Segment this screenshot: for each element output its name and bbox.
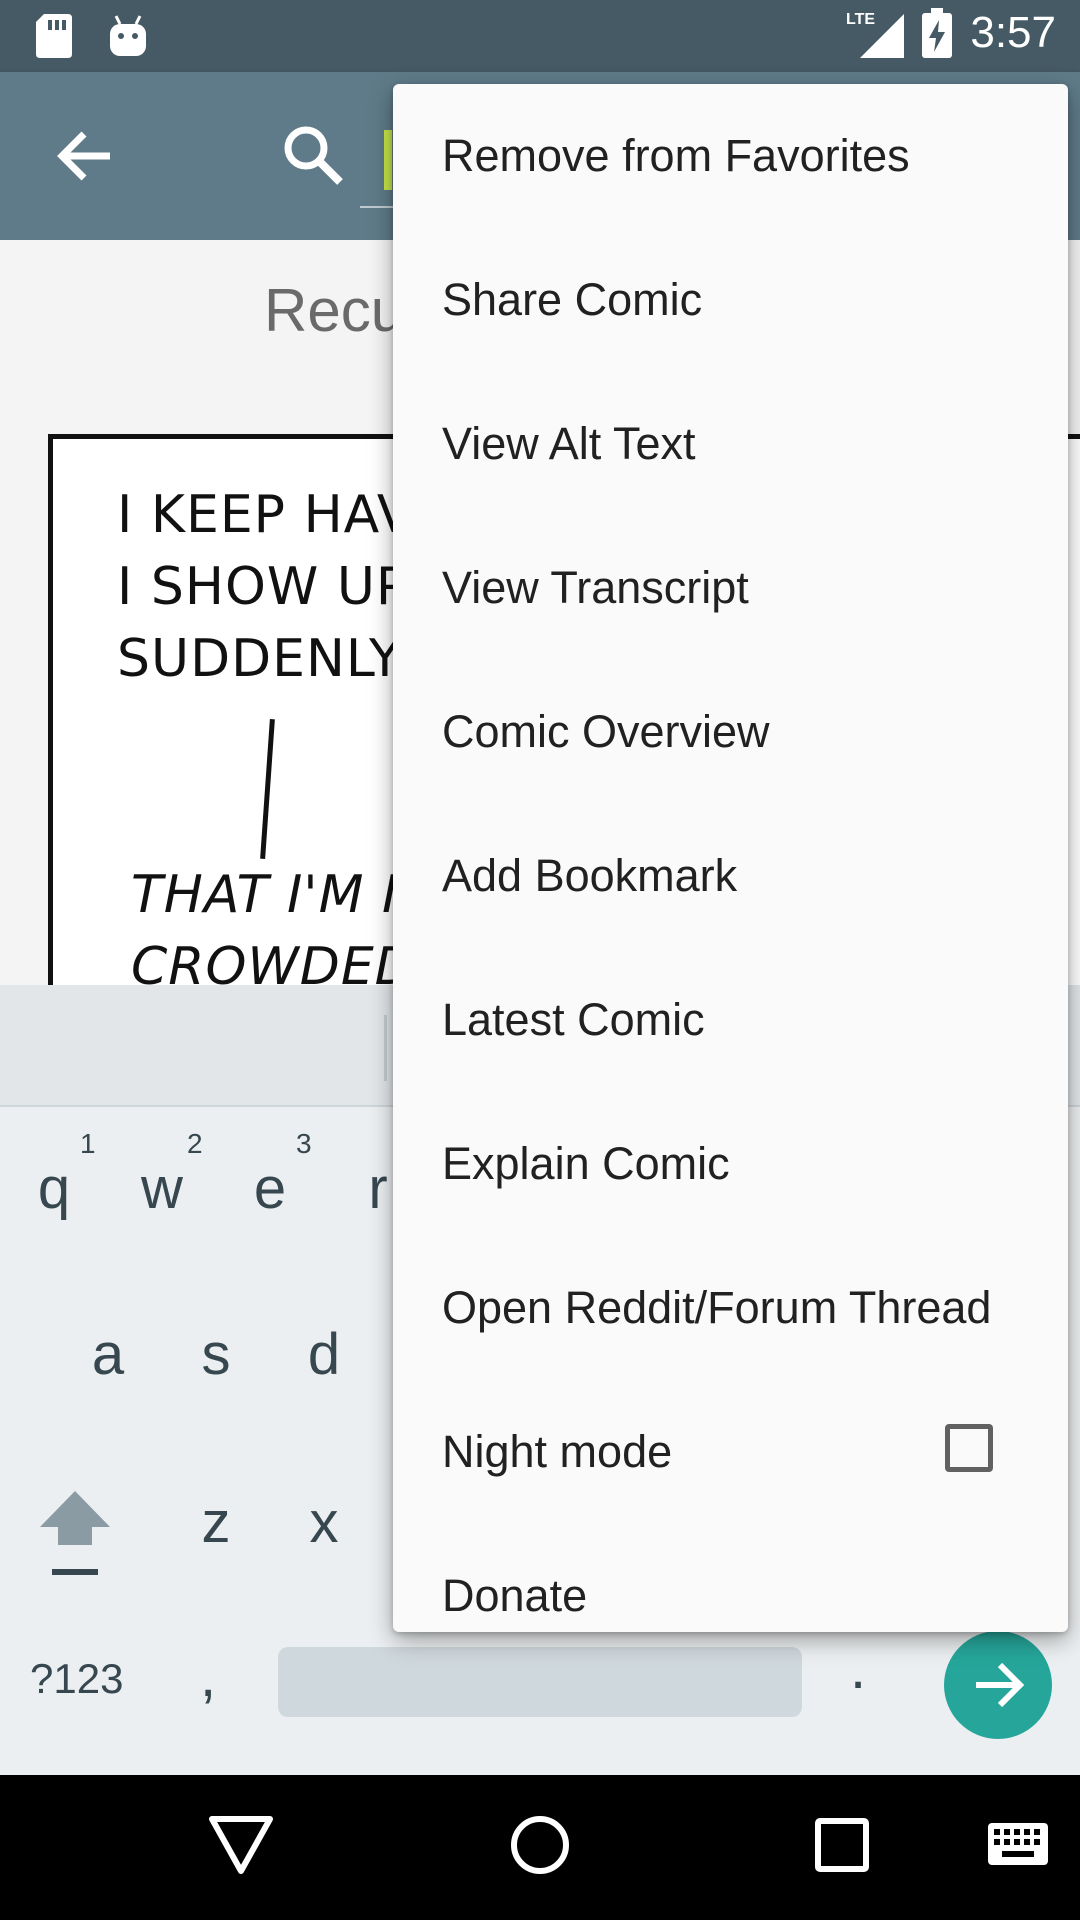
nav-back-button[interactable]: [206, 1809, 276, 1886]
key-s[interactable]: s: [166, 1321, 266, 1388]
sd-card-icon: [36, 14, 72, 58]
nav-home-button[interactable]: [508, 1809, 572, 1886]
menu-item-comic-overview[interactable]: Comic Overview: [393, 660, 1068, 804]
back-button[interactable]: [48, 118, 124, 194]
arrow-forward-icon: [976, 1662, 1025, 1708]
menu-item-label: Open Reddit/Forum Thread: [442, 1282, 992, 1333]
key-hint: 1: [80, 1128, 96, 1159]
menu-item-open-reddit-forum-thread[interactable]: Open Reddit/Forum Thread: [393, 1236, 1068, 1380]
key-d[interactable]: d: [274, 1321, 374, 1388]
keyboard-icon: [988, 1823, 1048, 1865]
shift-arrow-icon: [40, 1491, 110, 1575]
search-icon: [284, 126, 343, 185]
square-recents-icon: [815, 1818, 869, 1872]
lte-signal-icon: LTE: [846, 11, 905, 58]
menu-item-label: Share Comic: [442, 274, 703, 325]
menu-item-label: Night mode: [442, 1426, 673, 1477]
comma-key[interactable]: ,: [200, 1643, 216, 1710]
night-mode-checkbox[interactable]: [945, 1424, 993, 1472]
clock: 3:57: [970, 8, 1056, 57]
network-label: LTE: [846, 11, 875, 28]
enter-key[interactable]: [944, 1631, 1052, 1739]
menu-item-label: Add Bookmark: [442, 850, 738, 901]
menu-item-remove-from-favorites[interactable]: Remove from Favorites: [393, 84, 1068, 228]
menu-item-night-mode[interactable]: Night mode: [393, 1380, 1068, 1524]
key-a[interactable]: a: [58, 1321, 158, 1388]
search-button[interactable]: [280, 122, 346, 188]
overflow-menu: Remove from Favorites Share Comic View A…: [393, 84, 1068, 1632]
key-hint: 3: [296, 1128, 312, 1159]
menu-item-label: Donate: [442, 1570, 588, 1621]
keyboard-switch-button[interactable]: [986, 1821, 1050, 1872]
key-q[interactable]: q: [4, 1155, 104, 1222]
text-cursor: [384, 130, 392, 190]
shift-key[interactable]: [36, 1487, 114, 1587]
comic-title: Recu: [264, 277, 405, 344]
symbols-key[interactable]: ?123: [30, 1655, 123, 1703]
android-debug-icon: [110, 15, 146, 56]
menu-item-view-transcript[interactable]: View Transcript: [393, 516, 1068, 660]
space-key[interactable]: [278, 1647, 802, 1717]
circle-home-icon: [511, 1816, 569, 1874]
menu-item-explain-comic[interactable]: Explain Comic: [393, 1092, 1068, 1236]
menu-item-share-comic[interactable]: Share Comic: [393, 228, 1068, 372]
menu-item-label: Latest Comic: [442, 994, 705, 1045]
battery-charging-icon: [922, 8, 953, 58]
key-z[interactable]: z: [166, 1489, 266, 1556]
menu-item-latest-comic[interactable]: Latest Comic: [393, 948, 1068, 1092]
period-key[interactable]: .: [850, 1635, 866, 1702]
menu-item-label: View Alt Text: [442, 418, 696, 469]
menu-item-label: View Transcript: [442, 562, 749, 613]
nav-recents-button[interactable]: [812, 1809, 872, 1886]
navigation-bar: [0, 1775, 1080, 1920]
key-x[interactable]: x: [274, 1489, 374, 1556]
menu-item-add-bookmark[interactable]: Add Bookmark: [393, 804, 1068, 948]
menu-item-label: Comic Overview: [442, 706, 770, 757]
menu-item-donate[interactable]: Donate: [393, 1524, 1068, 1632]
menu-item-view-alt-text[interactable]: View Alt Text: [393, 372, 1068, 516]
status-bar: LTE 3:57: [0, 0, 1080, 72]
comic-speech-line: [260, 718, 275, 860]
suggestion-divider: [384, 1015, 387, 1081]
arrow-back-icon: [57, 131, 110, 181]
key-e[interactable]: e: [220, 1155, 320, 1222]
triangle-back-icon: [209, 1816, 273, 1874]
menu-item-label: Remove from Favorites: [442, 130, 910, 181]
key-hint: 2: [187, 1128, 203, 1159]
key-w[interactable]: w: [112, 1155, 212, 1222]
menu-item-label: Explain Comic: [442, 1138, 730, 1189]
